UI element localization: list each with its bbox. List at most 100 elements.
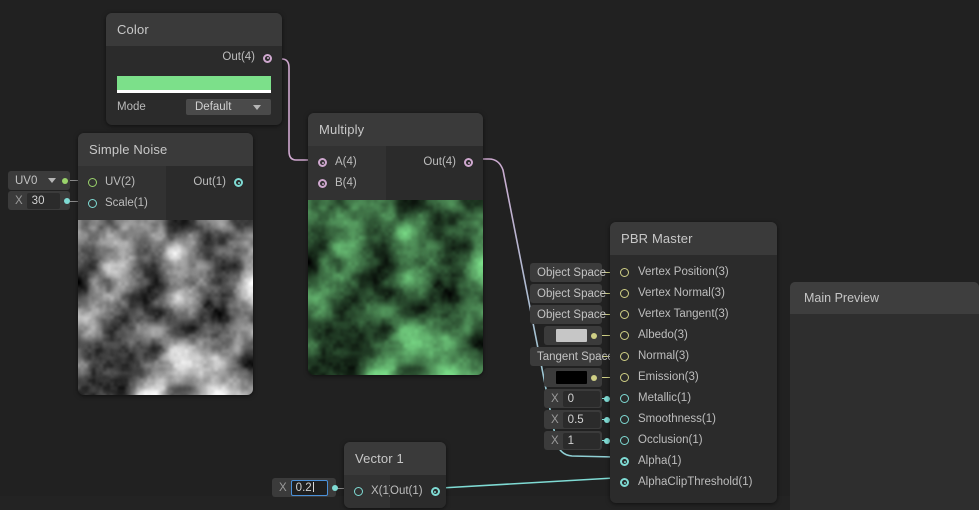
widget-uv-channel-dot[interactable] (62, 178, 68, 184)
port-vector1-out-label: Out(1) (390, 486, 423, 498)
pbr-widget-dot[interactable] (591, 333, 597, 339)
port-pbr-smoothness-1[interactable] (620, 415, 629, 424)
port-multiply-a[interactable] (318, 158, 327, 167)
port-simple-noise-scale-label: Scale(1) (105, 198, 148, 210)
pbr-slot-label: Smoothness(1) (638, 414, 716, 426)
port-pbr-alpha-1[interactable] (620, 457, 629, 466)
pbr-widget-occlusion-1[interactable]: X1 (544, 431, 602, 450)
stub-scale (70, 201, 78, 202)
port-multiply-out[interactable] (464, 158, 473, 167)
port-vector1-x[interactable] (354, 487, 363, 496)
pbr-slot-row[interactable]: Metallic(1) (610, 388, 777, 409)
pbr-slot-label: Alpha(1) (638, 456, 681, 468)
widget-scale-dot[interactable] (64, 198, 70, 204)
pbr-slot-row[interactable]: Vertex Tangent(3) (610, 304, 777, 325)
pbr-widget-vertex-normal-3[interactable]: Object Space (530, 284, 602, 303)
pbr-widget-value: Object Space (530, 309, 613, 321)
color-swatch[interactable] (117, 76, 271, 90)
widget-vector1-x-number[interactable]: X 0.2 (272, 478, 336, 497)
port-simple-noise-scale[interactable] (88, 199, 97, 208)
port-vector1-out[interactable] (431, 487, 440, 496)
node-simple-noise-preview (78, 220, 253, 395)
pbr-widget-normal-3[interactable]: Tangent Space (530, 347, 602, 366)
pbr-widget-metallic-1[interactable]: X0 (544, 389, 602, 408)
port-pbr-metallic-1[interactable] (620, 394, 629, 403)
port-row-multiply-a[interactable]: A(4) (308, 152, 386, 173)
port-row-multiply-b[interactable]: B(4) (308, 173, 386, 194)
node-color-mode-dropdown[interactable]: Default (186, 99, 271, 115)
pbr-widget-emission-3[interactable] (544, 368, 602, 387)
node-multiply[interactable]: Multiply A(4) B(4) Out(4) (308, 113, 483, 375)
widget-scale-number[interactable]: X 30 (8, 191, 70, 210)
pbr-widget-dot[interactable] (591, 375, 597, 381)
port-row-vector1-x[interactable]: X(1) (344, 481, 390, 502)
node-multiply-preview (308, 200, 483, 375)
port-row-vector1-out[interactable]: Out(1) (390, 481, 446, 502)
node-pbr-master[interactable]: PBR Master Vertex Position(3)Vertex Norm… (610, 222, 777, 503)
pbr-slot-row[interactable]: Normal(3) (610, 346, 777, 367)
pbr-widget-dot[interactable] (604, 396, 610, 402)
port-simple-noise-uv[interactable] (88, 178, 97, 187)
pbr-widget-value[interactable]: 0 (563, 391, 600, 407)
node-vector1-inputs: X(1) (344, 475, 390, 508)
pbr-widget-vertex-tangent-3[interactable]: Object Space (530, 305, 602, 324)
pbr-slot-row[interactable]: Emission(3) (610, 367, 777, 388)
pbr-widget-color-swatch[interactable] (556, 329, 587, 342)
chevron-down-icon (48, 178, 56, 183)
pbr-slot-row[interactable]: Vertex Normal(3) (610, 283, 777, 304)
shader-graph-canvas[interactable]: Color Out(4) Mode Default Simple Noise (0, 0, 979, 510)
node-color[interactable]: Color Out(4) Mode Default (106, 13, 282, 125)
pbr-widget-dot[interactable] (604, 417, 610, 423)
widget-uv-channel-value: UV0 (8, 175, 44, 187)
pbr-slot-row[interactable]: Albedo(3) (610, 325, 777, 346)
port-pbr-vertex-normal-3[interactable] (620, 289, 629, 298)
node-vector1-ports: X(1) Out(1) (344, 475, 446, 508)
node-color-mode-row: Mode Default (106, 93, 282, 125)
pbr-slot-row[interactable]: Alpha(1) (610, 451, 777, 472)
port-row-scale[interactable]: Scale(1) (78, 193, 166, 214)
pbr-slot-label: Albedo(3) (638, 330, 688, 342)
pbr-slot-row[interactable]: Occlusion(1) (610, 430, 777, 451)
pbr-widget-value[interactable]: 0.5 (563, 412, 600, 428)
pbr-widget-smoothness-1[interactable]: X0.5 (544, 410, 602, 429)
widget-scale-value[interactable]: 30 (27, 193, 60, 209)
port-pbr-emission-3[interactable] (620, 373, 629, 382)
node-color-mode-label: Mode (117, 101, 146, 113)
node-vector1[interactable]: Vector 1 X(1) Out(1) (344, 442, 446, 508)
node-simple-noise[interactable]: Simple Noise UV(2) Scale(1) Out(1) (78, 133, 253, 395)
node-multiply-outputs: Out(4) (386, 146, 483, 200)
node-simple-noise-outputs: Out(1) (166, 166, 253, 220)
port-row-multiply-out[interactable]: Out(4) (386, 152, 483, 173)
port-color-out[interactable] (263, 54, 272, 63)
node-color-swatch-field[interactable] (106, 70, 282, 93)
port-row-noise-out[interactable]: Out(1) (166, 172, 253, 193)
port-pbr-vertex-position-3[interactable] (620, 268, 629, 277)
pbr-widget-value[interactable]: 1 (563, 433, 600, 449)
widget-vector1-dot[interactable] (332, 485, 338, 491)
port-pbr-vertex-tangent-3[interactable] (620, 310, 629, 319)
port-multiply-out-label: Out(4) (423, 157, 456, 169)
pbr-slot-row[interactable]: Smoothness(1) (610, 409, 777, 430)
widget-scale-axis: X (8, 195, 27, 207)
pbr-widget-dot[interactable] (604, 438, 610, 444)
pbr-widget-vertex-position-3[interactable]: Object Space (530, 263, 602, 282)
panel-main-preview[interactable]: Main Preview (790, 282, 979, 510)
port-multiply-b[interactable] (318, 179, 327, 188)
port-pbr-normal-3[interactable] (620, 352, 629, 361)
widget-uv-channel-dropdown[interactable]: UV0 (8, 171, 70, 190)
port-multiply-b-label: B(4) (335, 178, 357, 190)
pbr-widget-axis: X (544, 414, 563, 426)
port-row-uv[interactable]: UV(2) (78, 172, 166, 193)
chevron-down-icon (253, 105, 261, 110)
port-pbr-albedo-3[interactable] (620, 331, 629, 340)
node-color-body: Out(4) Mode Default (106, 46, 282, 125)
port-pbr-alphaclipthreshold-1[interactable] (620, 478, 629, 487)
node-color-output-row[interactable]: Out(4) (106, 46, 282, 70)
widget-vector1-value-input[interactable]: 0.2 (291, 480, 328, 496)
port-simple-noise-out[interactable] (234, 178, 243, 187)
pbr-widget-albedo-3[interactable] (544, 326, 602, 345)
pbr-slot-row[interactable]: Vertex Position(3) (610, 262, 777, 283)
pbr-slot-row[interactable]: AlphaClipThreshold(1) (610, 472, 777, 493)
pbr-widget-color-swatch[interactable] (556, 371, 587, 384)
port-pbr-occlusion-1[interactable] (620, 436, 629, 445)
